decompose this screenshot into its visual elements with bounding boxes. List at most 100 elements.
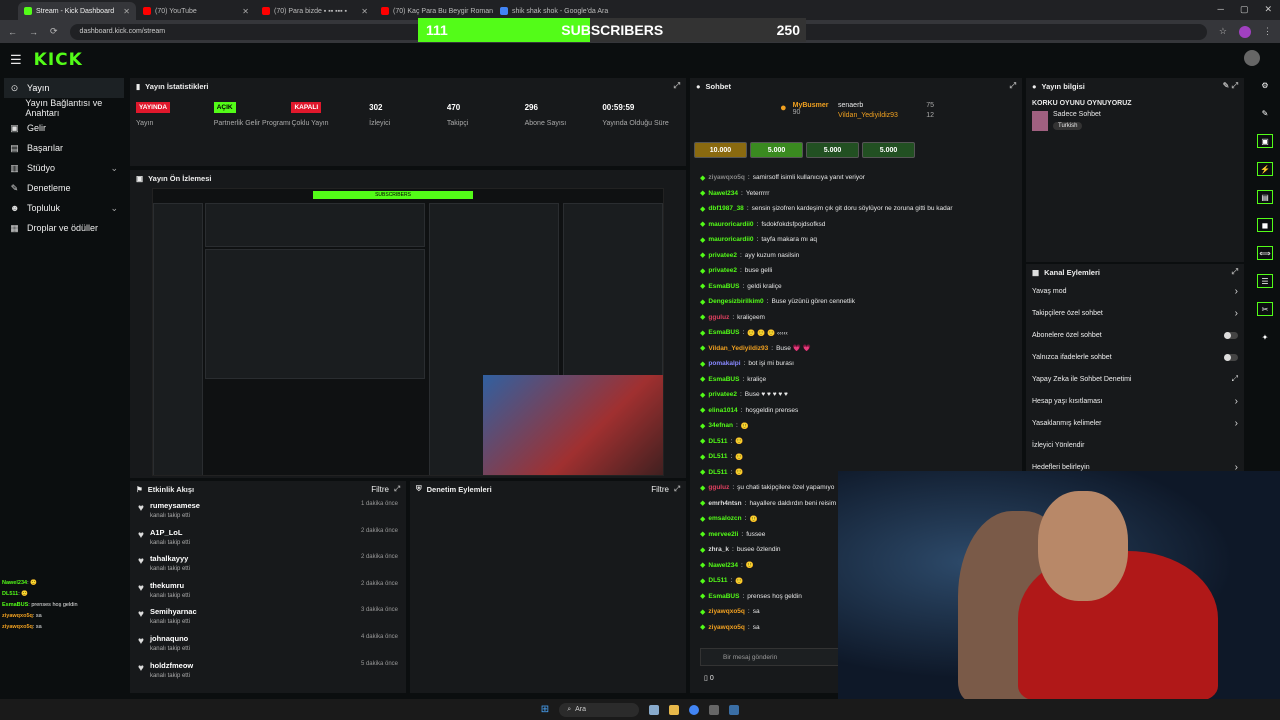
- chevron-right-icon[interactable]: ›: [1235, 418, 1238, 429]
- raid-icon[interactable]: ⟺: [1257, 246, 1273, 260]
- edit-icon[interactable]: ✎ ⤢: [1223, 81, 1238, 91]
- chat-username[interactable]: DL511: [708, 577, 727, 584]
- chat-message[interactable]: ◆ Vildan_Yediyildiz93: Buse 💗 💗: [690, 341, 1022, 357]
- menu-icon[interactable]: ⋮: [1263, 26, 1272, 37]
- chat-username[interactable]: EsmaBUS: [708, 329, 739, 336]
- back-icon[interactable]: ←: [8, 27, 17, 37]
- popout-icon[interactable]: ⤢: [1010, 81, 1016, 91]
- activity-user[interactable]: tahalkayyy: [150, 554, 190, 563]
- wrench-icon[interactable]: ✂: [1257, 302, 1273, 316]
- activity-user[interactable]: johnaquno: [150, 634, 190, 643]
- browser-tab[interactable]: (70) YouTube ✕: [137, 2, 255, 20]
- sidebar-item[interactable]: Yayın Bağlantısı ve Anahtarı: [0, 98, 128, 118]
- chat-message[interactable]: ◆ 34efnan: 🙂: [690, 418, 1022, 434]
- chat-username[interactable]: gguluz: [708, 484, 729, 491]
- chat-username[interactable]: ziyawqxo5q: [708, 608, 744, 615]
- chat-username[interactable]: privatee2: [708, 267, 737, 274]
- chat-input[interactable]: Bir mesaj gönderin: [700, 648, 840, 666]
- filter-button[interactable]: Filtre: [651, 485, 669, 494]
- chat-username[interactable]: elina1014: [708, 407, 737, 414]
- chat-username[interactable]: emsalozcn: [708, 515, 741, 522]
- sidebar-item[interactable]: ⊙ Yayın: [4, 78, 124, 98]
- browser-tab[interactable]: Stream - Kick Dashboard ✕: [18, 2, 136, 20]
- chat-username[interactable]: dbf1987_38: [708, 205, 743, 212]
- activity-item[interactable]: ♥ Semihyarnac kanalı takip etti 3 dakika ön…: [130, 603, 406, 630]
- toggle-switch[interactable]: [1224, 353, 1238, 361]
- activity-item[interactable]: ♥ rumeysamese kanalı takip etti 1 dakika ön…: [130, 497, 406, 524]
- close-icon[interactable]: ✕: [1264, 4, 1272, 15]
- chat-username[interactable]: 34efnan: [708, 422, 733, 429]
- chat-username[interactable]: DL511: [708, 438, 727, 445]
- activity-item[interactable]: ♥ thekumru kanalı takip etti 2 dakika önce: [130, 577, 406, 604]
- chevron-right-icon[interactable]: ›: [1235, 308, 1238, 319]
- chevron-right-icon[interactable]: ›: [1235, 396, 1238, 407]
- list-icon[interactable]: ☰: [1257, 274, 1273, 288]
- popout-icon[interactable]: ⤢: [674, 484, 680, 494]
- chat-message[interactable]: ◆ EsmaBUS: geldi kraliçe: [690, 279, 1022, 295]
- taskview-icon[interactable]: [649, 704, 660, 715]
- activity-item[interactable]: ♥ A1P_LoL kanalı takip etti 2 dakika önce: [130, 524, 406, 551]
- stream-preview-video[interactable]: SUBSCRIBERS: [152, 188, 664, 476]
- activity-user[interactable]: rumeysamese: [150, 501, 200, 510]
- chat-username[interactable]: emrh4ntsn: [708, 500, 741, 507]
- chat-username[interactable]: gguluz: [708, 314, 729, 321]
- windows-icon[interactable]: ⊞: [541, 704, 549, 715]
- chat-username[interactable]: DL511: [708, 453, 727, 460]
- browser-tab[interactable]: (70) Para bizde ▪ ▪▪ ▪▪▪ ▪ ✕: [256, 2, 374, 20]
- camera-icon[interactable]: ▣: [1257, 134, 1273, 148]
- settings-icon[interactable]: ⚙: [1257, 78, 1273, 92]
- folder-icon[interactable]: [669, 704, 680, 715]
- tip-button[interactable]: 10.000: [694, 142, 747, 158]
- popout-icon[interactable]: ⤢: [674, 81, 680, 91]
- tab-close-icon[interactable]: ✕: [123, 7, 130, 16]
- reload-icon[interactable]: ⟳: [50, 26, 58, 37]
- chat-username[interactable]: Dengesizbirilkim0: [708, 298, 763, 305]
- top-supporter-1[interactable]: MyBusmer: [793, 102, 829, 109]
- channel-action-item[interactable]: Abonelere özel sohbet: [1026, 324, 1244, 346]
- chevron-down-icon[interactable]: ⌄: [110, 163, 118, 174]
- chat-username[interactable]: mervee2li: [708, 531, 738, 538]
- obs-icon[interactable]: [709, 704, 720, 715]
- steam-icon[interactable]: [729, 704, 740, 715]
- sidebar-item[interactable]: ▦ Droplar ve ödüller: [0, 218, 128, 238]
- chat-username[interactable]: ziyawqxo5q: [708, 624, 744, 631]
- channel-action-item[interactable]: Yalnızca ifadelerle sohbet: [1026, 346, 1244, 368]
- chat-username[interactable]: mauroricardii0: [708, 221, 753, 228]
- chat-message[interactable]: ◆ gguluz: kraliçeem: [690, 310, 1022, 326]
- chat-message[interactable]: ◆ privatee2: ayy kuzum nasilsin: [690, 248, 1022, 264]
- activity-item[interactable]: ♥ holdzfmeow kanalı takip etti 5 dakika önc…: [130, 657, 406, 684]
- document-icon[interactable]: ▤: [1257, 190, 1273, 204]
- tab-close-icon[interactable]: ✕: [361, 7, 368, 16]
- bolt-icon[interactable]: ⚡: [1257, 162, 1273, 176]
- chat-message[interactable]: ◆ pomakalpi: bot işi mi burası: [690, 356, 1022, 372]
- chat-message[interactable]: ◆ EsmaBUS: kraliçe: [690, 372, 1022, 388]
- chat-username[interactable]: Nawel234: [708, 190, 738, 197]
- hamburger-icon[interactable]: ☰: [10, 52, 22, 68]
- kick-logo[interactable]: KICK: [34, 50, 83, 70]
- channel-action-item[interactable]: Takipçilere özel sohbet ›: [1026, 302, 1244, 324]
- tip-button[interactable]: 5.000: [806, 142, 859, 158]
- chat-username[interactable]: Vildan_Yediyildiz93: [708, 345, 768, 352]
- channel-action-item[interactable]: Yasaklanmış kelimeler ›: [1026, 412, 1244, 434]
- chevron-right-icon[interactable]: ›: [1235, 286, 1238, 297]
- filter-button[interactable]: Filtre: [371, 485, 389, 494]
- external-link-icon[interactable]: ⤢: [1232, 374, 1238, 384]
- sidebar-item[interactable]: ✎ Denetleme: [0, 178, 128, 198]
- pen-icon[interactable]: ✎: [1257, 106, 1273, 120]
- sidebar-item[interactable]: ☻ Topluluk ⌄: [0, 198, 128, 218]
- top-supporter-3[interactable]: Vildan_Yediyildiz93: [838, 112, 898, 119]
- forward-icon[interactable]: →: [29, 27, 38, 37]
- sidebar-item[interactable]: ▤ Başarılar: [0, 138, 128, 158]
- sidebar-item[interactable]: ▥ Stüdyo ⌄: [0, 158, 128, 178]
- chat-message[interactable]: ◆ DL511: 🙂: [690, 449, 1022, 465]
- chat-username[interactable]: DL511: [708, 469, 727, 476]
- activity-item[interactable]: ♥ johnaquno kanalı takip etti 4 dakika önce: [130, 630, 406, 657]
- chat-username[interactable]: zhra_k: [708, 546, 729, 553]
- channel-action-item[interactable]: Yapay Zeka ile Sohbet Denetimi ⤢: [1026, 368, 1244, 390]
- chat-username[interactable]: Nawel234: [708, 562, 738, 569]
- toggle-switch[interactable]: [1224, 331, 1238, 339]
- chat-username[interactable]: EsmaBUS: [708, 283, 739, 290]
- minimize-icon[interactable]: ─: [1218, 4, 1224, 15]
- channel-action-item[interactable]: İzleyici Yönlendir: [1026, 434, 1244, 456]
- chat-message[interactable]: ◆ privatee2: buse gelli: [690, 263, 1022, 279]
